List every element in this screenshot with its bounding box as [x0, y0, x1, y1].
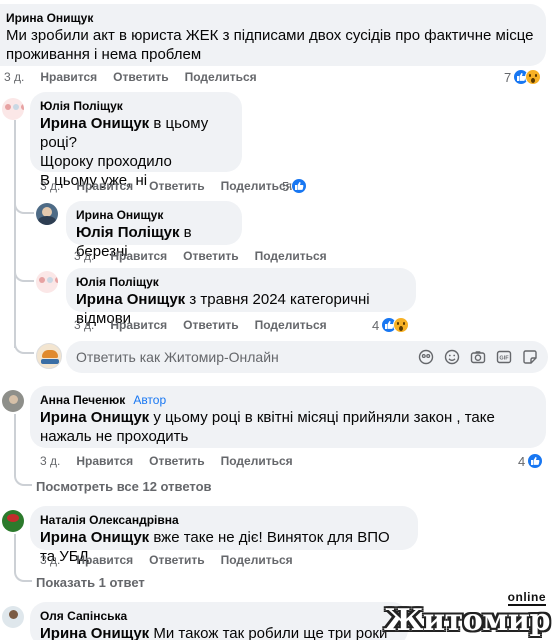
like-button[interactable]: Нравится	[76, 454, 133, 468]
like-button[interactable]: Нравится	[76, 553, 133, 567]
like-button[interactable]: Нравится	[40, 70, 97, 84]
reply-button[interactable]: Ответить	[149, 179, 204, 193]
wow-icon	[393, 317, 410, 333]
share-button[interactable]: Поделиться	[185, 70, 257, 84]
mention-link[interactable]: Ирина Онищук	[40, 625, 149, 640]
sticker-icon[interactable]	[522, 349, 538, 365]
comment-time[interactable]: 3 д.	[40, 553, 60, 567]
comment-actions: 3 д. Нравится Ответить Поделиться	[74, 248, 343, 264]
reaction-summary[interactable]: 7	[504, 68, 542, 86]
comment-author[interactable]: Ирина Онищук	[76, 207, 230, 223]
author-badge: Автор	[133, 393, 167, 407]
comment-bubble: Оля Сапінська Ирина Онищук Ми також так …	[30, 602, 408, 640]
thread-connector	[14, 264, 34, 282]
comment-bubble: Ирина Онищук Ми зробили акт в юриста ЖЕК…	[0, 4, 546, 66]
mention-link[interactable]: Юлія Поліщук	[76, 224, 179, 241]
watermark-name: Житомир	[384, 603, 551, 638]
svg-text:GIF: GIF	[499, 356, 509, 362]
view-all-replies-link[interactable]: Посмотреть все 12 ответов	[36, 479, 212, 494]
emoji-icon[interactable]	[444, 349, 460, 365]
share-button[interactable]: Поделиться	[255, 318, 327, 332]
avatar[interactable]	[36, 271, 58, 293]
like-button[interactable]: Нравится	[76, 179, 133, 193]
sticker-icon[interactable]	[418, 349, 434, 365]
comment-bubble: Ирина Онищук Юлія Поліщук в березні	[66, 201, 242, 260]
comment-actions: 3 д. Нравится Ответить Поделиться	[40, 178, 309, 194]
reaction-summary[interactable]: 4	[372, 316, 410, 334]
comment-author[interactable]: Наталія Олександрівна	[40, 512, 406, 528]
comment-time[interactable]: 3 д.	[40, 454, 60, 468]
mention-link[interactable]: Ирина Онищук	[76, 291, 185, 308]
reaction-summary[interactable]: 5	[282, 177, 308, 195]
comment-time[interactable]: 3 д.	[74, 318, 94, 332]
comment-time[interactable]: 3 д.	[74, 249, 94, 263]
comment-author: Анна Печенюк Автор	[40, 392, 534, 408]
comment-text: Ми зробили акт в юриста ЖЕК з підписами …	[6, 27, 534, 63]
reply-placeholder: Ответить как Житомир-Онлайн	[76, 349, 279, 365]
author-name[interactable]: Анна Печенюк	[40, 393, 125, 407]
reply-button[interactable]: Ответить	[113, 70, 168, 84]
reaction-count: 7	[504, 69, 512, 85]
mention-link[interactable]: Ирина Онищук	[40, 115, 149, 132]
share-button[interactable]: Поделиться	[221, 553, 293, 567]
wow-icon	[525, 69, 542, 85]
comment-author[interactable]: Оля Сапінська	[40, 608, 396, 624]
like-button[interactable]: Нравится	[110, 318, 167, 332]
page-avatar	[36, 343, 62, 369]
thread-connector	[14, 564, 32, 582]
comment-bubble: Юлія Поліщук Ирина Онищук з травня 2024 …	[66, 268, 416, 327]
comment-time[interactable]: 3 д.	[40, 179, 60, 193]
comment-author[interactable]: Юлія Поліщук	[76, 274, 404, 290]
comment-actions: 3 д. Нравится Ответить Поделиться	[40, 453, 309, 469]
avatar[interactable]	[2, 510, 24, 532]
mention-link[interactable]: Ирина Онищук	[40, 409, 149, 426]
reaction-count: 4	[372, 317, 380, 333]
comment-bubble: Наталія Олександрівна Ирина Онищук вже т…	[30, 506, 418, 565]
reply-button[interactable]: Ответить	[149, 553, 204, 567]
like-button[interactable]: Нравится	[110, 249, 167, 263]
like-icon	[291, 178, 308, 194]
comment-author[interactable]: Юлія Поліщук	[40, 98, 230, 114]
comment-actions: 3 д. Нравится Ответить Поделиться	[40, 552, 309, 568]
like-icon	[527, 453, 544, 469]
camera-icon[interactable]	[470, 349, 486, 365]
avatar[interactable]	[2, 606, 24, 628]
reply-input[interactable]: Ответить как Житомир-Онлайн GIF	[66, 341, 548, 373]
reaction-count: 5	[282, 178, 290, 194]
share-button[interactable]: Поделиться	[255, 249, 327, 263]
reply-button[interactable]: Ответить	[149, 454, 204, 468]
thread-connector	[14, 330, 34, 354]
show-reply-link[interactable]: Показать 1 ответ	[36, 575, 145, 590]
thread-line	[14, 414, 16, 476]
comment-bubble: Юлія Поліщук Ирина Онищук в цьому році? …	[30, 92, 242, 189]
thread-connector	[14, 196, 34, 214]
comment-actions: 3 д. Нравится Ответить Поделиться	[4, 69, 273, 85]
avatar[interactable]	[2, 390, 24, 412]
reply-button[interactable]: Ответить	[183, 318, 238, 332]
thread-connector	[14, 468, 32, 486]
reaction-summary[interactable]: 4	[518, 452, 544, 470]
comment-author[interactable]: Ирина Онищук	[6, 10, 534, 26]
site-watermark-logo: online Житомир	[384, 588, 554, 640]
comment-text: Ирина Онищук у цьому році в квітні місяц…	[40, 409, 495, 445]
gif-icon[interactable]: GIF	[496, 349, 512, 365]
avatar[interactable]	[2, 98, 24, 120]
mention-link[interactable]: Ирина Онищук	[40, 529, 149, 546]
thread-line	[14, 120, 16, 348]
avatar[interactable]	[36, 203, 58, 225]
comment-time[interactable]: 3 д.	[4, 70, 24, 84]
share-button[interactable]: Поделиться	[221, 454, 293, 468]
comment-bubble: Анна Печенюк Автор Ирина Онищук у цьому р…	[30, 386, 546, 448]
comment-text: Ирина Онищук Ми також так робили ще три …	[40, 625, 388, 640]
comment-actions: 3 д. Нравится Ответить Поделиться	[74, 317, 343, 333]
watermark-online: online	[507, 590, 546, 606]
reply-button[interactable]: Ответить	[183, 249, 238, 263]
reaction-count: 4	[518, 453, 526, 469]
